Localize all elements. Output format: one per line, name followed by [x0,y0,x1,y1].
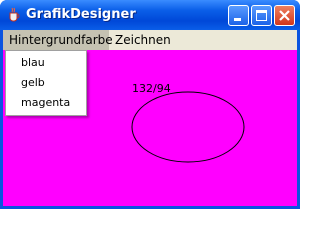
ellipse-shape[interactable] [131,91,245,163]
application-window: GrafikDesigner 132/94 Hintergrundfarbe Z… [0,0,300,209]
java-cup-icon [6,7,22,23]
maximize-icon [256,10,267,21]
menu-hintergrundfarbe[interactable]: Hintergrundfarbe [3,30,113,50]
minimize-icon [234,18,241,21]
menu-item-blau[interactable]: blau [6,53,86,73]
menu-bar: Hintergrundfarbe Zeichnen [3,30,297,50]
close-button[interactable] [274,5,295,26]
menu-zeichnen[interactable]: Zeichnen [109,30,177,50]
menu-item-magenta[interactable]: magenta [6,93,86,113]
close-icon [279,10,290,21]
hintergrundfarbe-dropdown: blau gelb magenta [5,50,87,116]
window-border-right[interactable] [297,30,300,209]
menu-item-gelb[interactable]: gelb [6,73,86,93]
minimize-button[interactable] [228,5,249,26]
maximize-button[interactable] [251,5,272,26]
window-title: GrafikDesigner [26,7,136,22]
window-border-left[interactable] [0,30,3,209]
window-border-bottom[interactable] [0,206,300,209]
window-client-area: 132/94 Hintergrundfarbe Zeichnen blau ge… [3,30,297,206]
title-bar[interactable]: GrafikDesigner [0,0,300,30]
